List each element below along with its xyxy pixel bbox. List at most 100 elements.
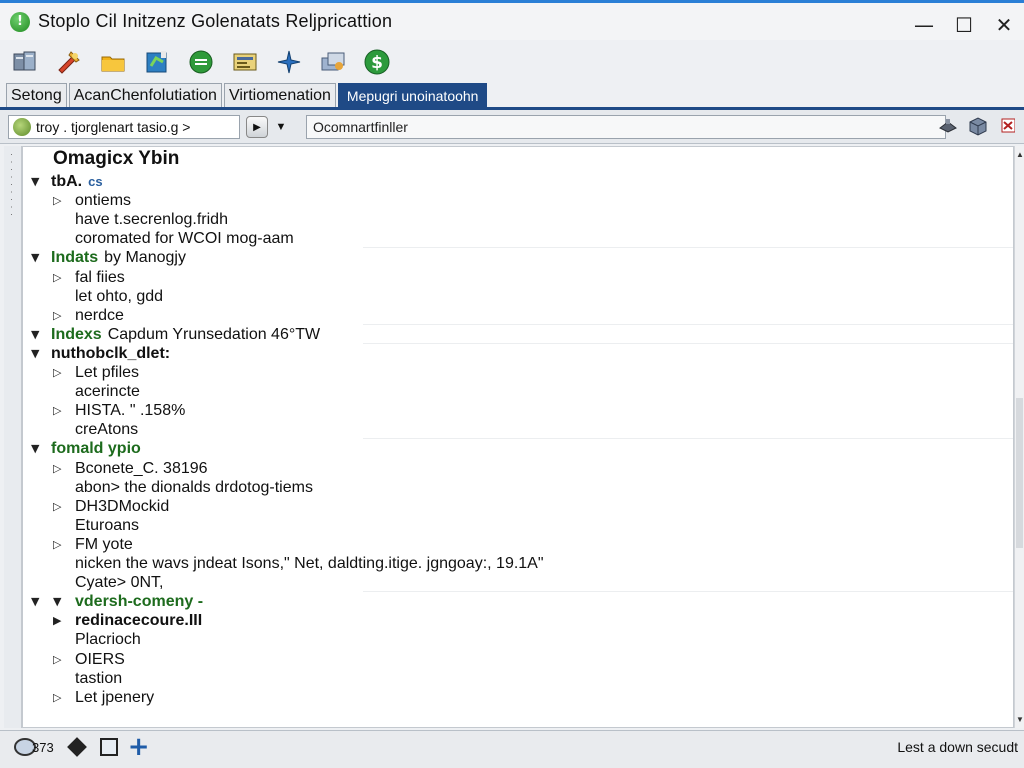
expand-arrow-icon[interactable]: ▼ (31, 172, 45, 191)
flag-icon[interactable] (998, 115, 1018, 137)
tree-label: Let jpenery (75, 688, 155, 706)
play-icon: ▶ (253, 121, 261, 133)
tab-virtiomenation[interactable]: Virtiomenation (223, 83, 336, 107)
tree-item-row[interactable]: Placrioch (23, 630, 1013, 649)
tree-item-row[interactable]: creAtons (23, 420, 1013, 439)
tree-label: nuthobclk_dlet: (51, 344, 171, 362)
star-icon[interactable] (274, 47, 304, 77)
address-tools (938, 115, 1024, 137)
tree-item-row[interactable]: acerincte (23, 382, 1013, 401)
tree-item-row[interactable]: Eturoans (23, 516, 1013, 535)
scroll-up-icon[interactable]: ▲ (1016, 150, 1024, 159)
tree-label: ontiems (75, 192, 132, 210)
dollar-icon[interactable]: $ (362, 47, 392, 77)
tree-group-row[interactable]: ▼ fomald ypio (23, 439, 1013, 458)
stack-icon[interactable] (318, 47, 348, 77)
scroll-thumb[interactable] (1016, 398, 1023, 548)
tree-group-row[interactable]: ▼ tbA. cs (23, 172, 1013, 191)
database-icon[interactable] (10, 47, 40, 77)
box-icon[interactable] (968, 115, 988, 137)
tree-item-row[interactable]: ▷ nerdce (23, 306, 1013, 325)
tree-item-row[interactable]: nicken the wavs jndeat Isons," Net, dald… (23, 554, 1013, 573)
expand-arrow-icon[interactable]: ▼ (31, 592, 45, 611)
status-tools: 373 + (14, 734, 150, 760)
tree-label: FM yote (75, 535, 133, 553)
collapse-arrow-icon[interactable]: ▷ (53, 688, 67, 707)
tree-item-row[interactable]: ▶ redinacecoure.III (23, 611, 1013, 630)
tree-label: Let pfiles (75, 364, 140, 381)
collapse-arrow-icon[interactable]: ▶ (53, 611, 67, 630)
close-button[interactable]: ✕ (984, 6, 1024, 43)
collapse-arrow-icon[interactable]: ▷ (53, 363, 67, 382)
refresh-icon[interactable] (186, 47, 216, 77)
collapse-arrow-icon[interactable]: ▷ (53, 401, 67, 420)
expand-arrow-icon[interactable]: ▼ (31, 248, 45, 267)
tree-item-row[interactable]: ▷ Let pfiles (23, 363, 1013, 382)
diamond-icon[interactable] (66, 737, 87, 757)
tree-item-row[interactable]: ▷ HISTA. " .158% (23, 401, 1013, 420)
tree-item-row[interactable]: ▷ OIERS (23, 650, 1013, 669)
minimize-button[interactable]: — (904, 6, 944, 43)
tree-item-row[interactable]: have t.secrenlog.fridh (23, 210, 1013, 229)
collapse-arrow-icon[interactable]: ▷ (53, 535, 67, 554)
expand-arrow-icon[interactable]: ▼ (31, 325, 45, 344)
collapse-arrow-icon[interactable]: ▷ (53, 306, 67, 325)
tree-label: redinacecoure.III (75, 612, 203, 630)
tree-item-row[interactable]: coromated for WCOI mog-aam (23, 229, 1013, 248)
tree-label: fomald ypio (51, 440, 141, 458)
svg-text:$: $ (371, 53, 383, 73)
tree-group-row[interactable]: ▼ Indats by Manogjy (23, 248, 1013, 267)
add-icon[interactable]: + (128, 734, 150, 760)
tab-acanchenfolutiation[interactable]: AcanChenfolutiation (68, 83, 222, 107)
tree-item-row[interactable]: ▷ Let jpenery (23, 688, 1013, 707)
collapse-arrow-icon[interactable]: ▷ (53, 268, 67, 287)
status-text: Lest a down secudt (897, 739, 1018, 755)
collapse-arrow-icon[interactable]: ▷ (53, 191, 67, 210)
dropdown-button[interactable]: ▼ (273, 116, 289, 138)
book-icon[interactable] (142, 47, 172, 77)
tree-item-row[interactable]: ▷ FM yote (23, 535, 1013, 554)
tree-label: tastion (75, 669, 123, 687)
maximize-button[interactable]: ☐ (944, 6, 984, 43)
disk-counter[interactable]: 373 (14, 738, 54, 756)
tree-group-row[interactable]: ▼ Indexs Capdum Yrunsedation 46°TW (23, 325, 1013, 344)
tree-label: Indexs (51, 325, 102, 343)
tree-item-row[interactable]: ▷ fal fiies (23, 268, 1013, 287)
collapse-arrow-icon[interactable]: ▷ (53, 650, 67, 669)
tree-label: have t.secrenlog.fridh (75, 211, 228, 229)
tree-item-row[interactable]: tastion (23, 669, 1013, 688)
collapse-arrow-icon[interactable]: ▷ (53, 497, 67, 516)
tree-label: nicken the wavs jndeat Isons," Net, dald… (75, 555, 544, 572)
tree-group-row[interactable]: ▼ ▼ vdersh-comeny - (23, 592, 1013, 611)
expand-arrow-icon[interactable]: ▼ (53, 592, 67, 611)
row-separator (363, 247, 1013, 249)
document-icon[interactable] (230, 47, 260, 77)
tree-label: creAtons (75, 421, 139, 439)
tab-setong[interactable]: Setong (6, 83, 67, 107)
tools-icon[interactable] (54, 47, 84, 77)
tree-group-row[interactable]: ▼ nuthobclk_dlet: (23, 344, 1013, 363)
left-gutter: · · · · · · · · · (4, 146, 22, 728)
tree-item-row[interactable]: ▷ DH3DMockid (23, 497, 1013, 516)
scroll-down-icon[interactable]: ▼ (1016, 715, 1024, 724)
tree-label: fal fiies (75, 268, 125, 286)
folder-icon[interactable] (98, 47, 128, 77)
expand-arrow-icon[interactable]: ▼ (31, 439, 45, 458)
tab-bar: Setong AcanChenfolutiation Virtiomenatio… (0, 83, 1024, 110)
location-combo[interactable]: troy . tjorglenart tasio.g > (8, 115, 240, 139)
tree-item-row[interactable]: abon> the dionalds drdotog-tiems (23, 478, 1013, 497)
vertical-scrollbar[interactable]: ▲ ▼ (1014, 146, 1024, 728)
tree-item-row[interactable]: ▷ Bconete_C. 38196 (23, 459, 1013, 478)
tree-label: Cyate> 0NT, (75, 574, 164, 592)
collapse-arrow-icon[interactable]: ▷ (53, 459, 67, 478)
hat-icon[interactable] (938, 115, 958, 137)
square-icon[interactable] (99, 738, 118, 756)
tab-mepugri[interactable]: Mepugri unoinatoohn (337, 83, 488, 107)
tree-item-row[interactable]: let ohto, gdd (23, 287, 1013, 306)
tree-item-row[interactable]: Cyate> 0NT, (23, 573, 1013, 592)
play-button[interactable]: ▶ (246, 116, 268, 138)
tree-item-row[interactable]: ▷ ontiems (23, 191, 1013, 210)
filter-input[interactable]: Ocomnartfinller (306, 115, 946, 139)
tree-label-detail: by Manogjy (104, 249, 186, 267)
expand-arrow-icon[interactable]: ▼ (31, 344, 45, 363)
